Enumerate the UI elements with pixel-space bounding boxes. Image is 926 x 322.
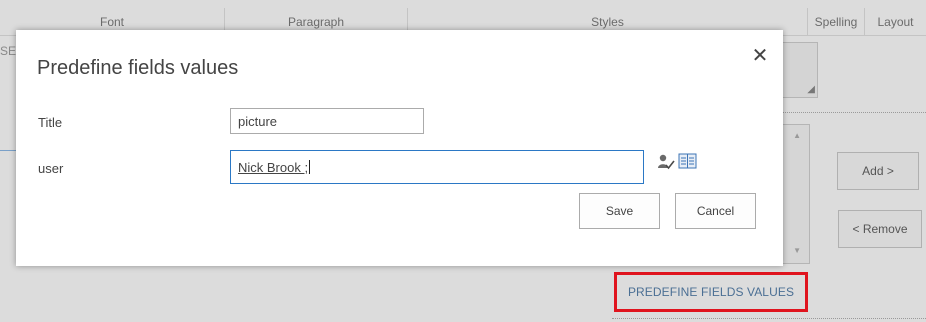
address-book-icon[interactable]: [678, 152, 698, 170]
remove-button[interactable]: < Remove: [838, 210, 922, 248]
predefine-link-highlight: PREDEFINE FIELDS VALUES: [614, 272, 808, 312]
title-field-value: picture: [238, 113, 278, 129]
ribbon-group-spelling: Spelling: [808, 8, 865, 35]
dialog-title: Predefine fields values: [37, 57, 239, 79]
scroll-up-icon[interactable]: ▲: [793, 131, 801, 140]
title-field[interactable]: picture: [230, 108, 424, 134]
close-icon[interactable]: ✕: [750, 46, 770, 66]
background-left-tick: [0, 150, 16, 151]
add-button[interactable]: Add >: [837, 152, 919, 190]
save-button[interactable]: Save: [579, 193, 660, 229]
check-names-icon[interactable]: [657, 153, 675, 171]
scroll-down-icon[interactable]: ▼: [793, 246, 801, 255]
predefine-fields-dialog: Predefine fields values ✕ Title picture …: [16, 30, 783, 266]
predefine-fields-values-link[interactable]: PREDEFINE FIELDS VALUES: [628, 285, 794, 299]
text-caret: [309, 160, 311, 174]
resize-grip-icon[interactable]: ◢: [807, 84, 815, 95]
cancel-button[interactable]: Cancel: [675, 193, 756, 229]
user-field-label: user: [38, 161, 64, 176]
ribbon-group-layout: Layout: [877, 14, 914, 29]
resolved-user-name[interactable]: Nick Brook ;: [238, 160, 308, 175]
background-stub-text: SE: [0, 44, 17, 58]
user-people-picker[interactable]: Nick Brook ;: [230, 150, 644, 184]
background-bottom-divider: [612, 318, 926, 319]
title-field-label: Title: [38, 115, 63, 130]
